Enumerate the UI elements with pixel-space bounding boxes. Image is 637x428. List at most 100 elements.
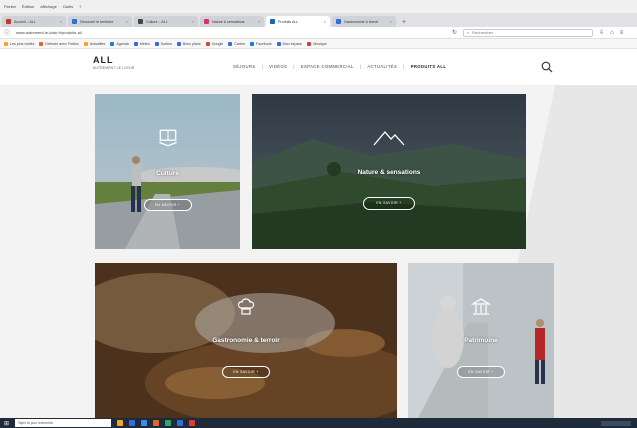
favicon-icon (72, 19, 77, 24)
close-icon[interactable]: × (126, 19, 128, 24)
patrimoine-more-button[interactable]: EN SAVOIR + (457, 366, 505, 378)
favicon-icon (204, 19, 209, 24)
navigation-bar: ⓘ ↻ ⌕ Rechercher ⇩ ⌂ ≡ (0, 27, 637, 39)
close-icon[interactable]: × (390, 19, 392, 24)
browser-tab[interactable]: Culture – ALL × (134, 16, 198, 27)
menu-file[interactable]: Fichier (4, 4, 16, 9)
tile-culture[interactable]: Culture EN SAVOIR + (95, 94, 240, 249)
system-tray[interactable] (601, 420, 631, 426)
taskbar-search-input[interactable]: Taper ici pour rechercher (15, 419, 112, 427)
taskbar-app-icon[interactable] (141, 420, 148, 426)
browser-tab[interactable]: Découvrir le territoire × (68, 16, 132, 27)
url-input[interactable] (16, 28, 447, 37)
close-icon[interactable]: × (258, 19, 260, 24)
bookmark-item[interactable]: Actualités (83, 41, 105, 46)
bookmark-item[interactable]: Google (205, 41, 224, 46)
taskbar: ⊞ Taper ici pour rechercher (0, 418, 637, 428)
menu-help[interactable]: ? (79, 4, 81, 9)
browser-tab[interactable]: Gastronomie & terroir × (332, 16, 396, 27)
nature-more-button[interactable]: EN SAVOIR + (363, 197, 415, 210)
tab-bar: Accueil – ALL × Découvrir le territoire … (0, 13, 637, 27)
bookmark-item[interactable]: Bons plans (176, 41, 201, 46)
browser-tab[interactable]: Accueil – ALL × (2, 16, 66, 27)
downloads-icon[interactable]: ⇩ (599, 29, 604, 36)
bookmark-item[interactable]: Facebook (249, 41, 272, 46)
tile-title: Patrimoine (464, 337, 498, 344)
bookmark-item[interactable]: Débuter avec Firefox (39, 41, 79, 46)
bookmark-item[interactable]: Mon espace (276, 41, 303, 46)
bookmark-icon (39, 41, 44, 46)
menu-tools[interactable]: Outils (63, 4, 73, 9)
bookmark-item[interactable]: Cartes (228, 41, 245, 46)
taskbar-app-icon[interactable] (153, 420, 160, 426)
nav-separator: | (359, 64, 362, 69)
bookmark-item[interactable]: Météo (133, 41, 150, 46)
tile-title: Nature & sensations (357, 169, 421, 176)
close-icon[interactable]: × (60, 19, 62, 24)
nav-separator: | (293, 64, 295, 69)
tile-gastronomie[interactable]: Gastronomie & terroir EN SAVOIR + (95, 263, 397, 418)
bookmark-label: Facebook (255, 41, 272, 46)
new-tab-icon[interactable]: + (398, 19, 410, 27)
taskbar-search-placeholder: Taper ici pour rechercher (18, 421, 54, 425)
tab-title: Découvrir le territoire (80, 19, 114, 24)
gastronomie-more-button[interactable]: EN SAVOIR + (222, 366, 270, 378)
bookmark-label: Agenda (116, 41, 129, 46)
chef-hat-icon (237, 298, 255, 315)
search-icon: ⌕ (467, 30, 470, 35)
home-icon[interactable]: ⌂ (610, 30, 614, 36)
taskbar-app-icon[interactable] (129, 420, 136, 426)
bookmark-item[interactable]: Agenda (110, 41, 129, 46)
bookmarks-bar: Les plus visités Débuter avec Firefox Ac… (0, 39, 637, 49)
bookmark-label: Les plus visités (10, 41, 35, 46)
nav-produits-all[interactable]: PRODUITS ALL (411, 64, 447, 69)
taskbar-app-icon[interactable] (177, 420, 184, 426)
book-icon (158, 129, 177, 147)
main-nav: SÉJOURS | VIDÉOS | ESPACE COMMERCIAL | A… (233, 64, 446, 69)
menu-icon[interactable]: ≡ (620, 30, 624, 36)
culture-more-button[interactable]: EN SAVOIR + (143, 199, 192, 211)
bookmark-icon (249, 41, 254, 46)
bookmark-label: Musique (313, 41, 327, 46)
taskbar-app-icon[interactable] (189, 420, 196, 426)
search-icon[interactable] (541, 61, 553, 73)
content-area: Culture EN SAVOIR + Nature & sensations … (0, 85, 637, 418)
nav-espace-commercial[interactable]: ESPACE COMMERCIAL (301, 64, 354, 69)
bookmark-item[interactable]: Sorties (154, 41, 172, 46)
favicon-icon (6, 19, 11, 24)
favicon-icon (336, 19, 341, 24)
taskbar-app-icon[interactable] (117, 420, 124, 426)
nav-actualites[interactable]: ACTUALITÉS (367, 64, 397, 69)
close-icon[interactable]: × (192, 19, 194, 24)
tile-nature[interactable]: Nature & sensations EN SAVOIR + (252, 94, 526, 249)
menu-view[interactable]: Affichage (40, 4, 57, 9)
bookmark-icon (133, 41, 138, 46)
bookmark-label: Google (211, 41, 224, 46)
bookmark-label: Sorties (160, 41, 172, 46)
windows-start-icon[interactable]: ⊞ (4, 420, 9, 427)
bookmark-icon (154, 41, 159, 46)
browser-tab-active[interactable]: Produits ALL × (266, 16, 330, 27)
bookmark-item[interactable]: Les plus visités (4, 41, 35, 46)
tab-title: Culture – ALL (146, 19, 168, 24)
reload-icon[interactable]: ↻ (452, 29, 457, 36)
nav-sejours[interactable]: SÉJOURS (233, 64, 256, 69)
favicon-icon (138, 19, 143, 24)
menu-edit[interactable]: Édition (22, 4, 34, 9)
bookmark-icon (205, 41, 210, 46)
bookmark-label: Mon espace (282, 41, 303, 46)
logo-mark: ALL (93, 55, 114, 65)
browser-tab[interactable]: Nature & sensations × (200, 16, 264, 27)
monument-icon (471, 298, 491, 315)
bookmark-item[interactable]: Musique (307, 41, 327, 46)
favicon-icon (270, 19, 275, 24)
nav-videos[interactable]: VIDÉOS (269, 64, 287, 69)
close-icon[interactable]: × (324, 19, 326, 24)
info-icon[interactable]: ⓘ (4, 28, 10, 37)
search-input[interactable]: ⌕ Rechercher (463, 28, 594, 37)
taskbar-app-icon[interactable] (165, 420, 172, 426)
site-logo[interactable]: ALL AUTREMENT LE LOISIR (93, 55, 135, 70)
bookmark-icon (228, 41, 233, 46)
bookmark-icon (176, 41, 181, 46)
tile-patrimoine[interactable]: Patrimoine EN SAVOIR + (408, 263, 554, 418)
